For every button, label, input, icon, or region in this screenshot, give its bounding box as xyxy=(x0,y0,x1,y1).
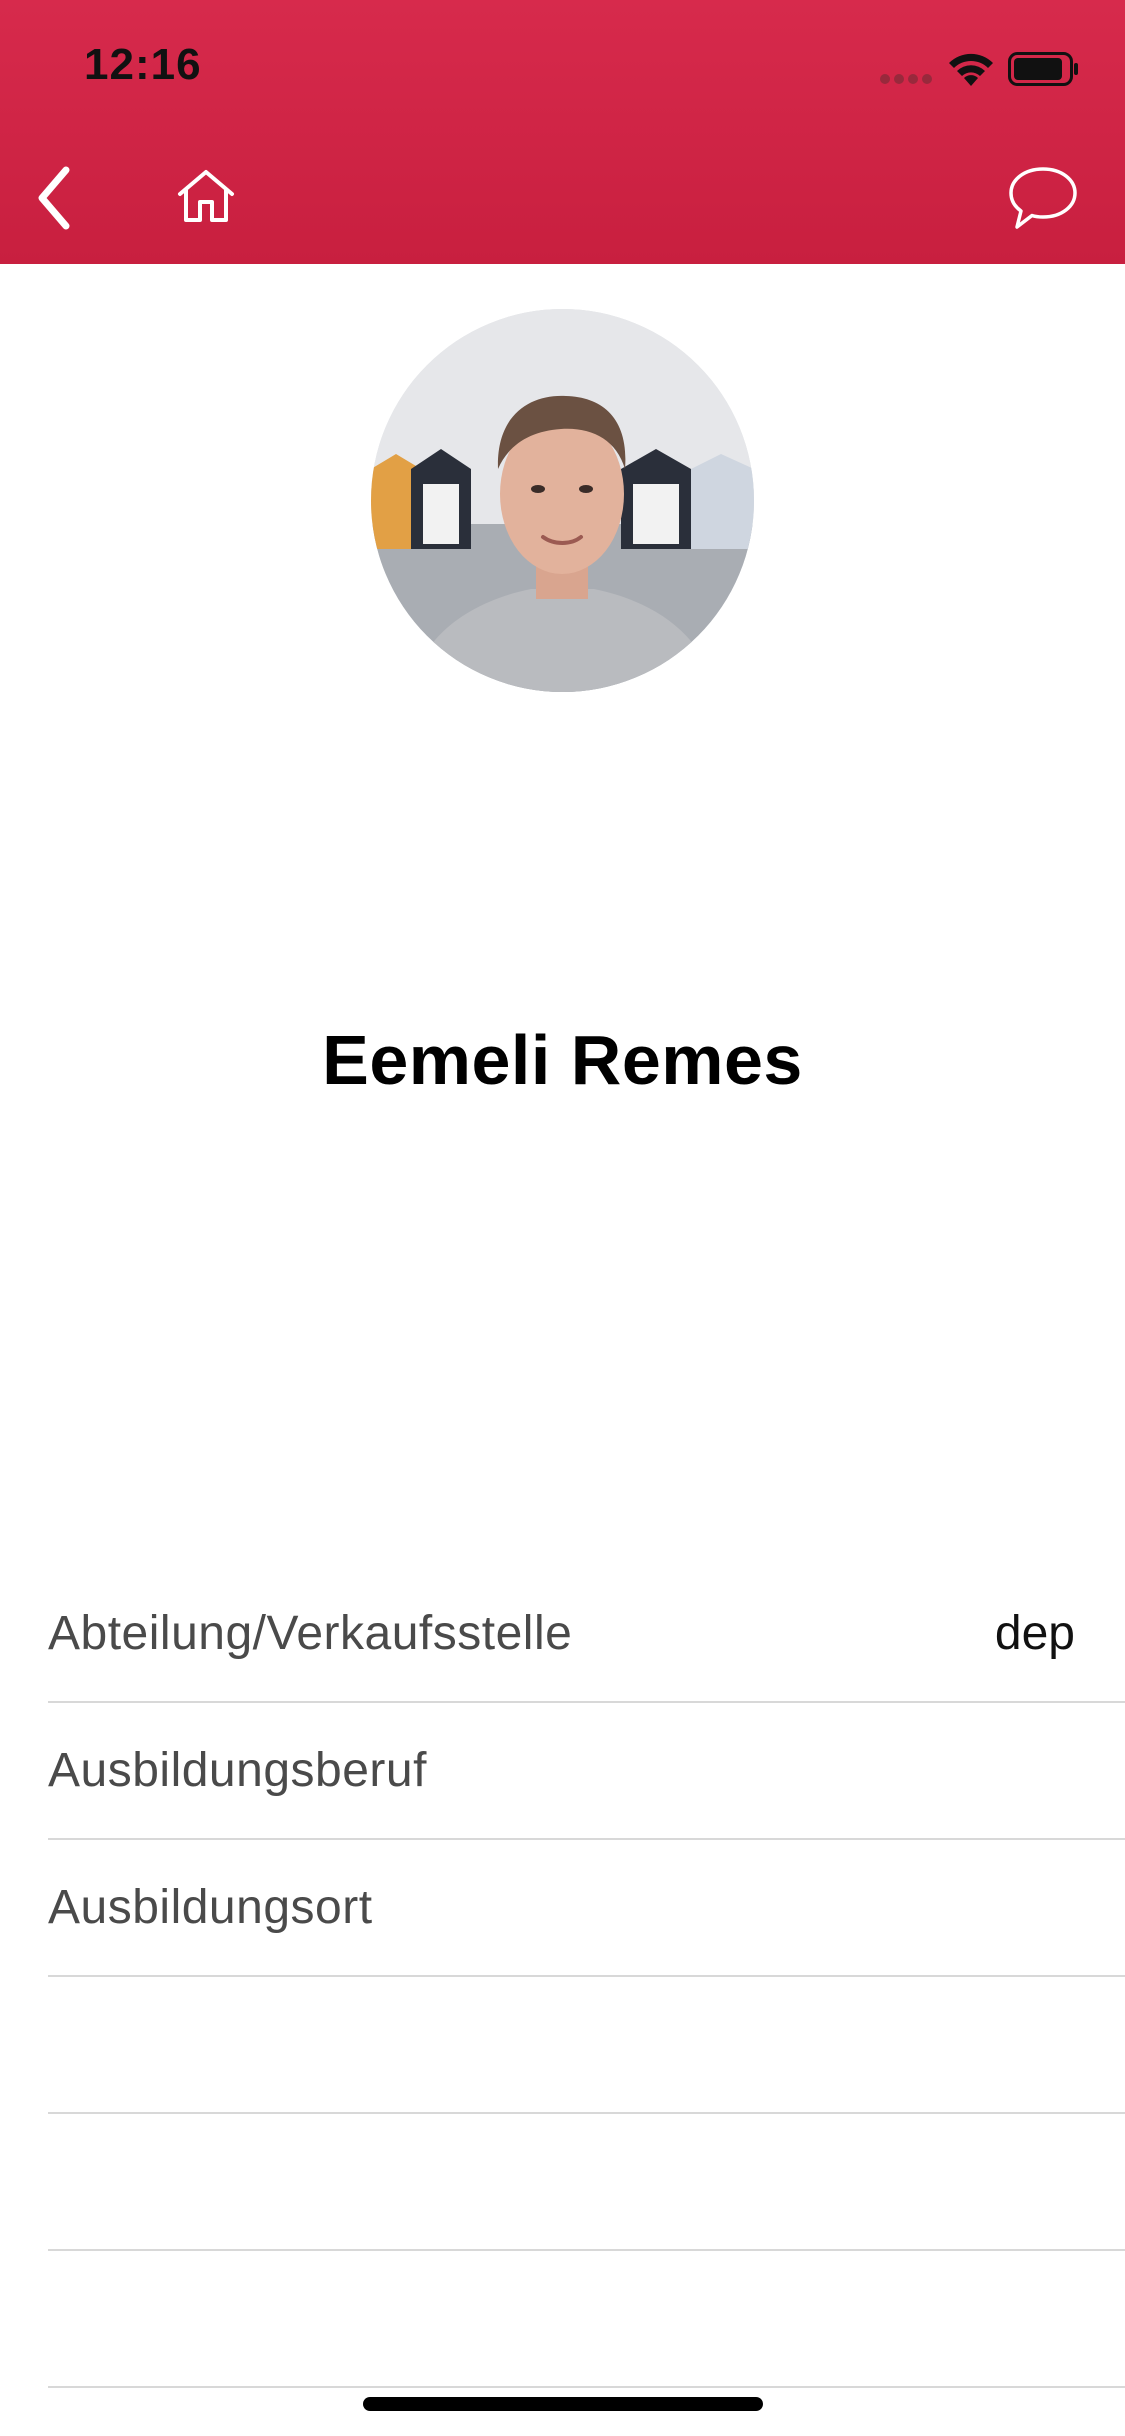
speech-bubble-icon xyxy=(1009,167,1077,229)
info-row-empty xyxy=(48,2251,1125,2388)
info-label: Ausbildungsberuf xyxy=(48,1744,427,1797)
header: 12:16 xyxy=(0,0,1125,264)
info-label: Abteilung/Verkaufsstelle xyxy=(48,1607,573,1660)
home-indicator[interactable] xyxy=(363,2397,763,2411)
profile-photo xyxy=(371,309,754,692)
info-row-empty xyxy=(48,2114,1125,2251)
info-row-department: Abteilung/Verkaufsstelle dep xyxy=(48,1566,1125,1703)
info-row-location: Ausbildungsort xyxy=(48,1840,1125,1977)
status-bar: 12:16 xyxy=(0,0,1125,132)
back-button[interactable] xyxy=(18,162,90,234)
battery-icon xyxy=(1008,52,1078,86)
home-icon xyxy=(178,170,234,222)
profile-info-list: Abteilung/Verkaufsstelle dep Ausbildungs… xyxy=(48,1566,1125,2388)
home-button[interactable] xyxy=(170,160,242,232)
chevron-left-icon xyxy=(38,166,70,230)
info-value: dep xyxy=(994,1607,1075,1660)
avatar xyxy=(371,309,754,692)
navigation-bar xyxy=(0,132,1125,264)
cellular-signal-icon xyxy=(880,74,934,84)
info-label: Ausbildungsort xyxy=(48,1881,373,1934)
info-row-profession: Ausbildungsberuf xyxy=(48,1703,1125,1840)
info-row-empty xyxy=(48,1977,1125,2114)
chat-button[interactable] xyxy=(1000,158,1086,238)
wifi-icon xyxy=(949,53,993,86)
profile-screen: 12:16 Eemeli Remes Abteilung/Verkaufsste… xyxy=(0,0,1125,2436)
status-time: 12:16 xyxy=(84,40,202,89)
profile-name: Eemeli Remes xyxy=(322,1021,803,1099)
